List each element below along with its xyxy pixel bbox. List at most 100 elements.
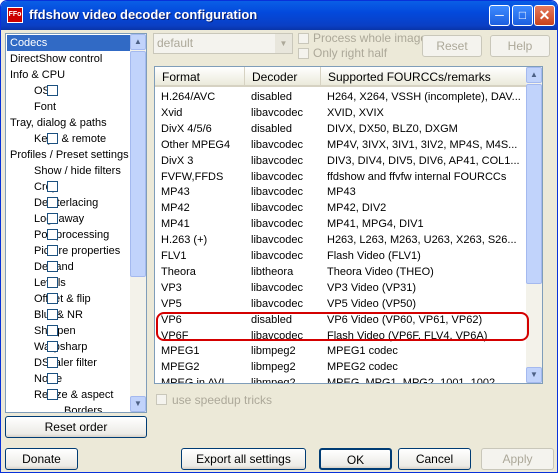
sidebar-item[interactable]: Noise (34, 371, 62, 387)
table-row[interactable]: MP42 libavcodec MP42, DIV2 (155, 200, 527, 216)
only-right-half-checkbox[interactable] (298, 48, 309, 59)
sidebar-item[interactable]: Postprocessing (34, 227, 109, 243)
table-row[interactable]: Xvid libavcodec XVID, XVIX (155, 105, 527, 121)
sidebar-item[interactable]: DScaler filter (34, 355, 97, 371)
format-cell: MPEG1 (161, 345, 200, 358)
sidebar-item-label: Tray, dialog & paths (10, 117, 107, 129)
sidebar-item[interactable]: Levels (34, 275, 66, 291)
sidebar-item[interactable]: Crop (34, 179, 58, 195)
table-row[interactable]: VP3 libavcodec VP3 Video (VP31) (155, 280, 527, 296)
sidebar-item[interactable]: Logoaway (34, 211, 84, 227)
table-row[interactable]: FLV1 libavcodec Flash Video (FLV1) (155, 248, 527, 264)
sidebar-item[interactable]: Info & CPU (10, 67, 65, 83)
filter-checkbox[interactable] (47, 197, 58, 208)
filter-checkbox[interactable] (47, 325, 58, 336)
sidebar-item[interactable]: Resize & aspect (34, 387, 113, 403)
table-row[interactable]: VP5 libavcodec VP5 Video (VP50) (155, 296, 527, 312)
cancel-button[interactable]: Cancel (398, 448, 471, 470)
decoder-cell: libavcodec (251, 106, 303, 119)
sidebar-item[interactable]: Codecs (7, 35, 133, 51)
sidebar-item-label: Resize & aspect (34, 389, 114, 401)
table-row[interactable]: DivX 4/5/6 disabled DIVX, DX50, BLZ0, DXGM (155, 121, 527, 137)
sidebar-item[interactable]: Warpsharp (34, 339, 87, 355)
sidebar-item-label: Profiles / Preset settings (10, 149, 129, 161)
column-decoder[interactable]: Decoder (245, 67, 321, 87)
filter-checkbox[interactable] (47, 229, 58, 240)
process-whole-image-checkbox[interactable] (298, 33, 309, 44)
help-button[interactable]: Help (490, 35, 550, 57)
sidebar-item[interactable]: Borders (64, 403, 103, 412)
format-cell: FVFW,FFDS (161, 170, 224, 183)
dropdown-arrow-icon[interactable]: ▼ (275, 34, 292, 53)
decoder-cell: disabled (251, 91, 292, 103)
sidebar-item[interactable]: DeBand (34, 259, 74, 275)
ok-button[interactable]: OK (319, 448, 392, 470)
donate-button[interactable]: Donate (5, 448, 78, 470)
sidebar-item[interactable]: Deinterlacing (34, 195, 98, 211)
sidebar-item[interactable]: Profiles / Preset settings (10, 147, 129, 163)
title-bar[interactable]: FFo ffdshow video decoder configuration … (1, 1, 557, 30)
sidebar-scrollbar[interactable]: ▲ ▼ (130, 34, 146, 412)
export-all-settings-button[interactable]: Export all settings (181, 448, 306, 470)
sidebar-item[interactable]: DirectShow control (10, 51, 102, 67)
sidebar-item[interactable]: Blur & NR (34, 307, 83, 323)
table-row[interactable]: MPEG in AVI libmpeg2 MPEG, MPG1, MPG2, 100… (155, 375, 527, 383)
scroll-up-button[interactable]: ▲ (130, 34, 146, 50)
scroll-up-button[interactable]: ▲ (526, 67, 542, 83)
sidebar-item-label: Deinterlacing (34, 197, 99, 209)
apply-button[interactable]: Apply (481, 448, 554, 470)
sidebar-item-label: Logoaway (34, 213, 85, 225)
sidebar-item[interactable]: Sharpen (34, 323, 76, 339)
filter-checkbox[interactable] (47, 85, 58, 96)
fourcc-cell: ffdshow and ffvfw internal FOURCCs (327, 170, 507, 183)
table-row[interactable]: Other MPEG4 libavcodec MP4V, 3IVX, 3IV1, 3… (155, 137, 527, 153)
column-fourccs[interactable]: Supported FOURCCs/remarks (321, 67, 527, 87)
filter-checkbox[interactable] (47, 245, 58, 256)
filter-checkbox[interactable] (47, 389, 58, 400)
table-row[interactable]: MP41 libavcodec MP41, MPG4, DIV1 (155, 216, 527, 232)
filter-checkbox[interactable] (47, 373, 58, 384)
app-icon[interactable]: FFo (7, 7, 23, 23)
filter-checkbox[interactable] (47, 133, 58, 144)
format-cell: FLV1 (161, 250, 187, 262)
close-icon: ✕ (538, 7, 551, 23)
table-row[interactable]: Theora libtheora Theora Video (THEO) (155, 264, 527, 280)
sidebar-item[interactable]: Keys & remote (34, 131, 106, 147)
table-row[interactable]: MPEG1 libmpeg2 MPEG1 codec (155, 343, 527, 359)
sidebar-item[interactable]: Show / hide filters (34, 163, 121, 179)
settings-tree[interactable]: Codecs DirectShow control Info & CPU OSD Fon… (5, 33, 147, 413)
scroll-down-button[interactable]: ▼ (130, 396, 146, 412)
filter-checkbox[interactable] (47, 213, 58, 224)
reset-order-button[interactable]: Reset order (5, 416, 147, 438)
filter-checkbox[interactable] (47, 293, 58, 304)
scroll-thumb[interactable] (130, 51, 146, 277)
table-row[interactable]: MPEG2 libmpeg2 MPEG2 codec (155, 359, 527, 375)
sidebar-item[interactable]: OSD (34, 83, 58, 99)
decoder-cell: libavcodec (251, 281, 303, 294)
maximize-button[interactable]: □ (512, 5, 533, 26)
filter-checkbox[interactable] (47, 341, 58, 352)
sidebar-item[interactable]: Font (34, 99, 56, 115)
scroll-down-button[interactable]: ▼ (526, 367, 542, 383)
minimize-button[interactable]: ─ (489, 5, 510, 26)
sidebar-item[interactable]: Picture properties (34, 243, 120, 259)
column-format[interactable]: Format (155, 67, 245, 87)
filter-checkbox[interactable] (47, 277, 58, 288)
table-row[interactable]: DivX 3 libavcodec DIV3, DIV4, DIV5, DIV6, … (155, 153, 527, 169)
close-button[interactable]: ✕ (534, 5, 555, 26)
sidebar-item[interactable]: Offset & flip (34, 291, 91, 307)
decoder-cell: libtheora (251, 265, 294, 278)
table-row[interactable]: FVFW,FFDS libavcodec ffdshow and ffvfw int… (155, 169, 527, 185)
table-row[interactable]: H.263 (+) libavcodec H263, L263, M263, U26… (155, 232, 527, 248)
filter-checkbox[interactable] (47, 309, 58, 320)
filter-checkbox[interactable] (47, 261, 58, 272)
sidebar-item[interactable]: Tray, dialog & paths (10, 115, 107, 131)
preset-select[interactable]: default ▼ (153, 33, 293, 54)
table-row[interactable]: H.264/AVC disabled H264, X264, VSSH (incom… (155, 89, 527, 105)
filter-checkbox[interactable] (47, 357, 58, 368)
reset-button[interactable]: Reset (422, 35, 482, 57)
filter-checkbox[interactable] (47, 181, 58, 192)
use-speedup-tricks-checkbox[interactable] (156, 394, 167, 405)
table-row[interactable]: MP43 libavcodec MP43 (155, 184, 527, 200)
scroll-thumb[interactable] (526, 84, 542, 284)
